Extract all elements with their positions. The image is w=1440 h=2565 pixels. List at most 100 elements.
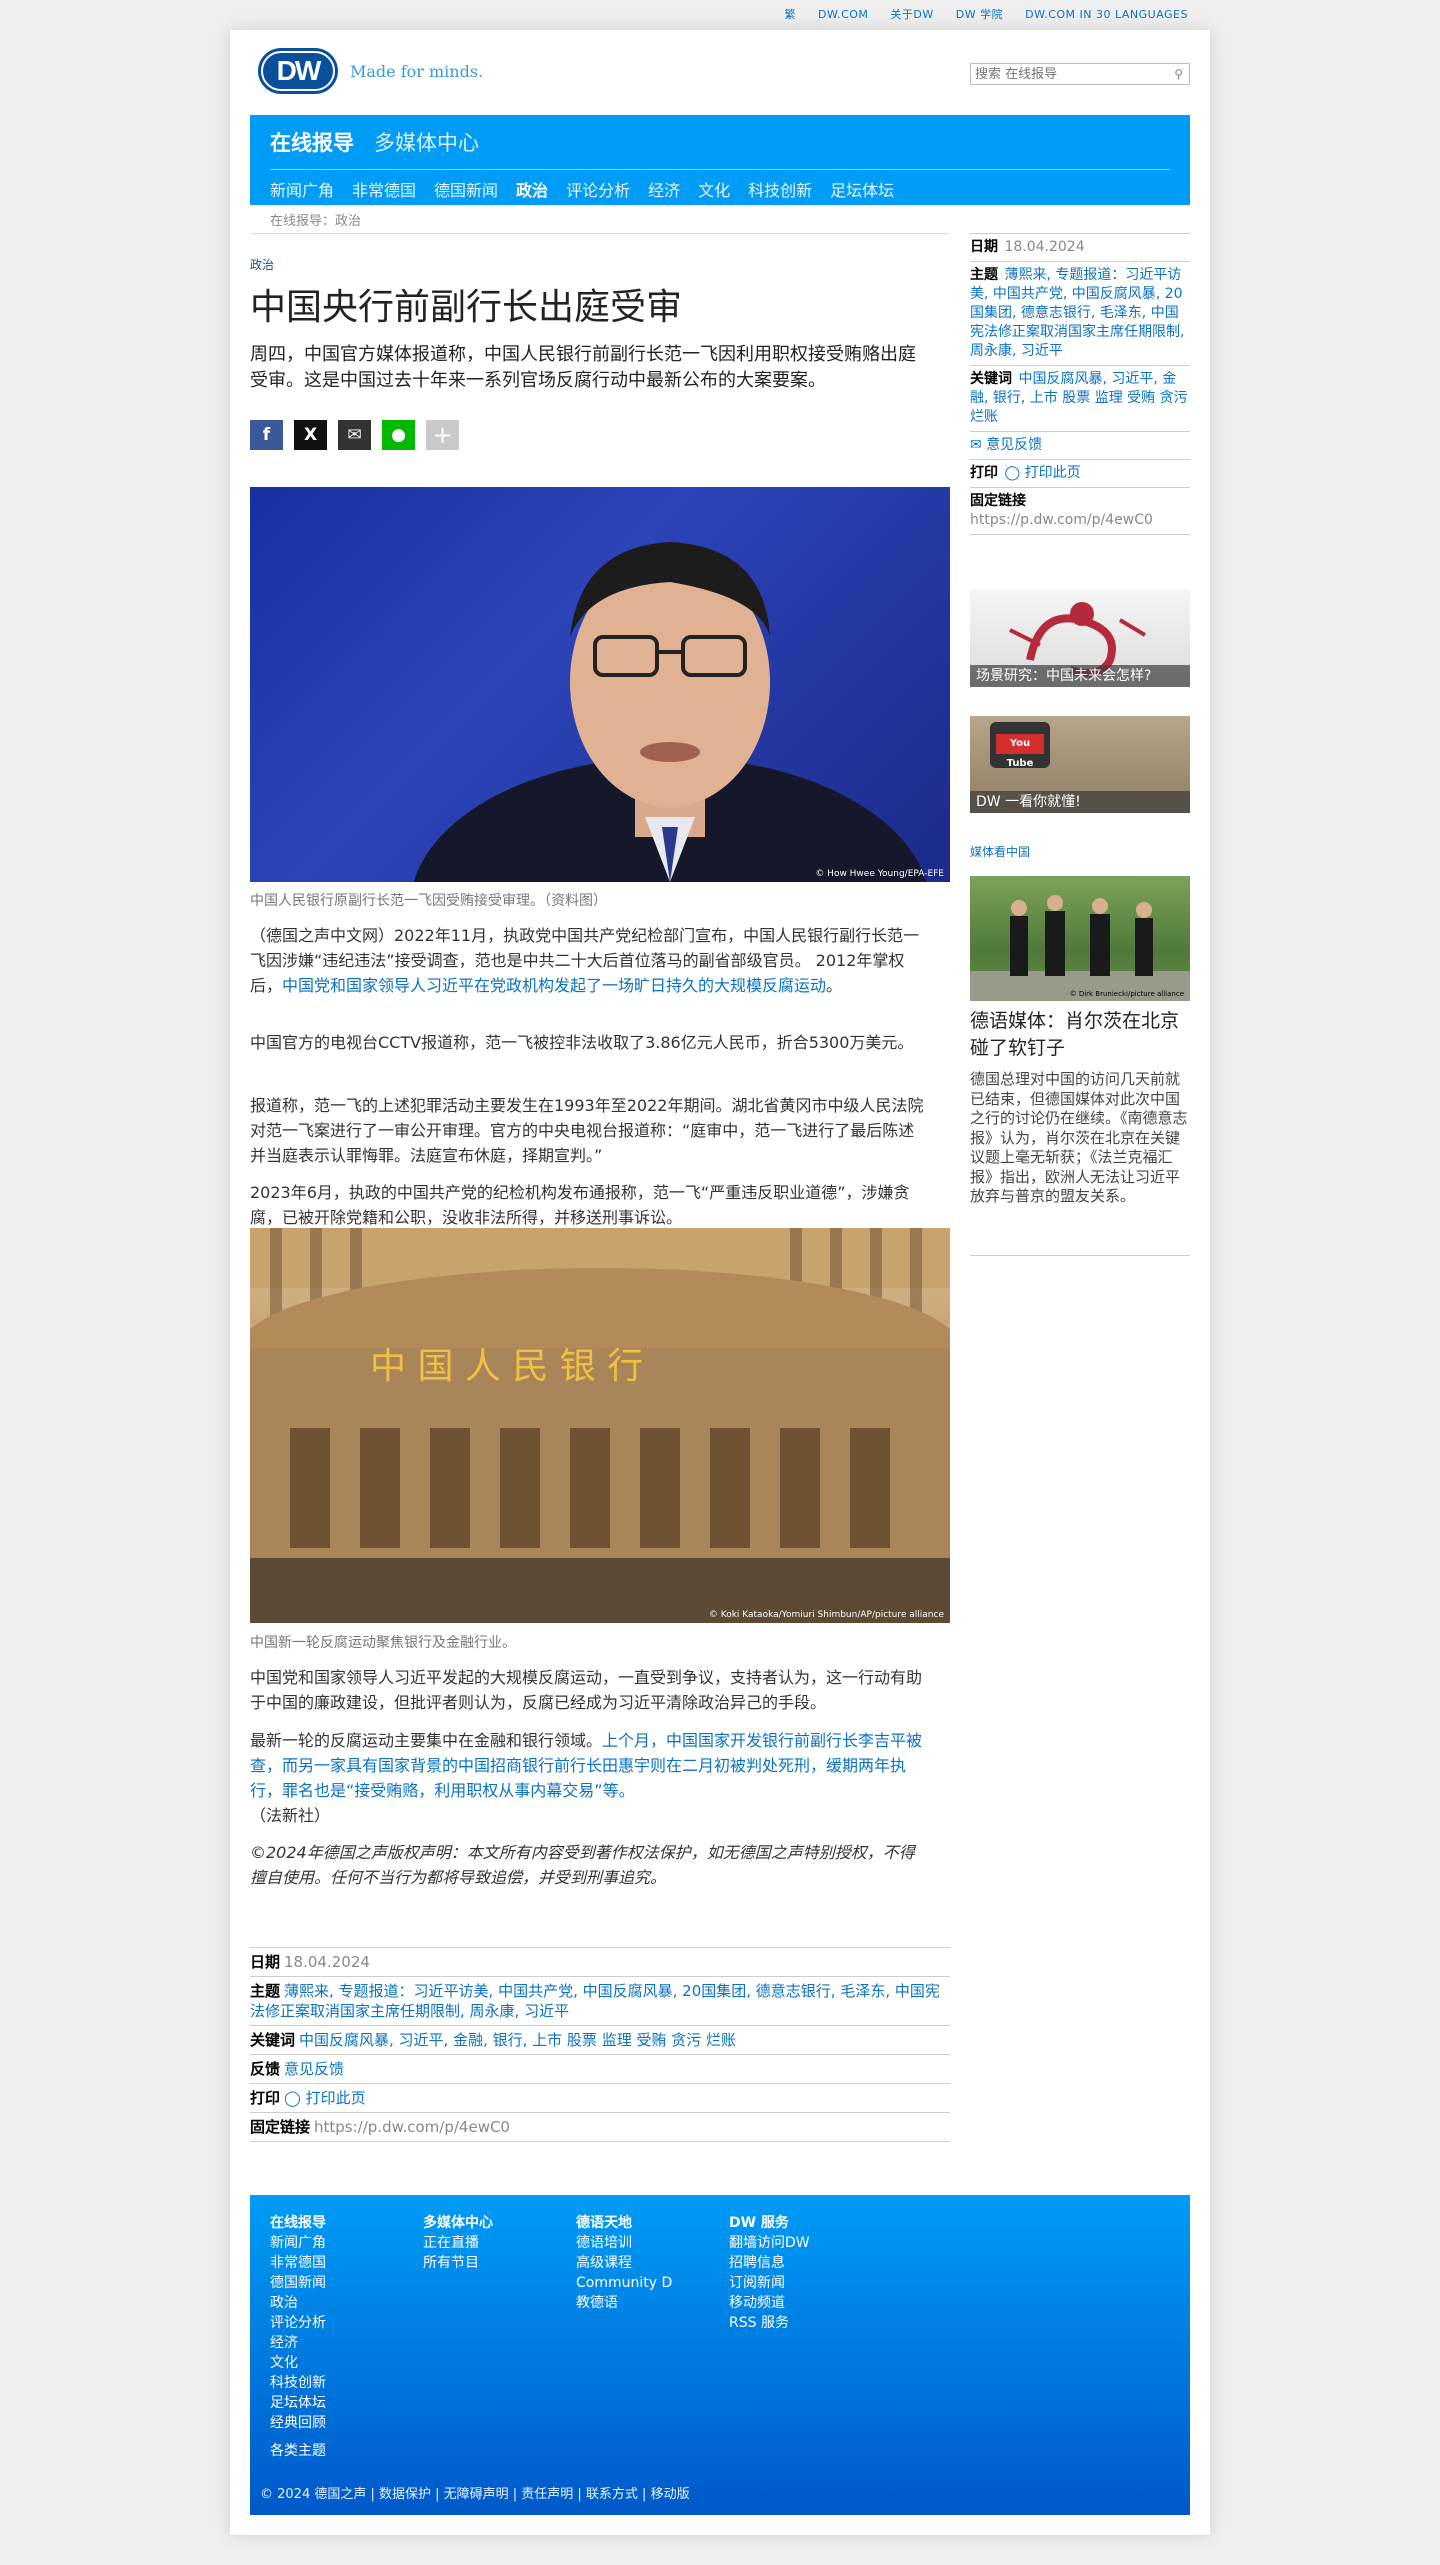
footer-col3-head[interactable]: 德语天地 bbox=[576, 2213, 672, 2233]
footer-col1-head[interactable]: 在线报导 bbox=[270, 2213, 326, 2233]
sidebar-print-link[interactable]: 打印此页 bbox=[1025, 465, 1081, 481]
footer-link[interactable]: RSS 服务 bbox=[729, 2313, 810, 2333]
article-paragraph-2: 中国官方的电视台CCTV报道称，范一飞被控非法收取了3.86亿元人民币，折合53… bbox=[250, 1033, 914, 1052]
footer-link[interactable]: 德国新闻 bbox=[270, 2273, 326, 2293]
footer-link[interactable]: 新闻广角 bbox=[270, 2233, 326, 2253]
nav-item-news[interactable]: 新闻广角 bbox=[270, 177, 334, 201]
p1-end: 。 bbox=[826, 976, 843, 995]
main-nav: 在线报导 多媒体中心 新闻广角 非常德国 德国新闻 政治 评论分析 经济 文化 … bbox=[250, 115, 1190, 205]
footer-col4-head[interactable]: DW 服务 bbox=[729, 2213, 810, 2233]
dw-logo-icon[interactable]: DW bbox=[258, 48, 338, 94]
print-icon[interactable]: ◯ bbox=[284, 2089, 306, 2107]
email-icon[interactable]: ✉ bbox=[338, 420, 371, 450]
sidebar-story-title[interactable]: 德语媒体：肖尔茨在北京碰了软钉子 bbox=[970, 1008, 1190, 1062]
photo2-credit: © Koki Kataoka/Yomiuri Shimbun/AP/pictur… bbox=[708, 1610, 944, 1620]
footer-link[interactable]: 评论分析 bbox=[270, 2313, 326, 2333]
info-date-row: 日期 18.04.2024 bbox=[250, 1947, 950, 1977]
info-print-label: 打印 bbox=[250, 2089, 281, 2107]
site-logo[interactable]: DW Made for minds. bbox=[258, 48, 483, 94]
util-link-about[interactable]: 关于DW bbox=[890, 6, 933, 22]
article-photo-bank: 中 国 人 民 银 行 © Koki Kataoka/Yomiuri Shimb… bbox=[250, 1228, 950, 1623]
sidebar-topics-row: 主题 薄熙来, 专题报道：习近平访美, 中国共产党, 中国反腐风暴, 20国集团… bbox=[970, 262, 1190, 366]
article-info: 日期 18.04.2024 主题 薄熙来, 专题报道：习近平访美, 中国共产党, 中… bbox=[250, 1947, 950, 2142]
nav-item-economy[interactable]: 经济 bbox=[648, 177, 680, 201]
util-link-languages[interactable]: DW.COM IN 30 LANGUAGES bbox=[1025, 8, 1188, 21]
footer-link[interactable]: Community D bbox=[576, 2273, 672, 2293]
footer-link[interactable]: 文化 bbox=[270, 2353, 326, 2373]
article-kicker[interactable]: 政治 bbox=[250, 256, 274, 273]
sidebar-info: 日期 18.04.2024 主题 薄熙来, 专题报道：习近平访美, 中国共产党,… bbox=[970, 233, 1190, 535]
util-link-academy[interactable]: DW 学院 bbox=[956, 6, 1003, 22]
nav-item-german-news[interactable]: 德国新闻 bbox=[434, 177, 498, 201]
search-icon[interactable]: ⚲ bbox=[1174, 67, 1183, 81]
page-frame: DW Made for minds. ⚲ 在线报导 多媒体中心 新闻广角 非常德… bbox=[230, 30, 1210, 2535]
feedback-icon[interactable]: ✉ bbox=[970, 437, 986, 453]
permalink-value[interactable]: https://p.dw.com/p/4ewC0 bbox=[314, 2118, 510, 2136]
footer-link[interactable]: 经济 bbox=[270, 2333, 326, 2353]
sidebar-topics-links[interactable]: 薄熙来, 专题报道：习近平访美, 中国共产党, 中国反腐风暴, 20国集团, 德… bbox=[970, 267, 1184, 359]
x-twitter-icon[interactable]: X bbox=[294, 420, 327, 450]
more-share-icon[interactable]: + bbox=[426, 420, 459, 450]
nav-section-media[interactable]: 多媒体中心 bbox=[374, 127, 479, 157]
scholz-photo-credit: © Dirk Bruniecki/picture alliance bbox=[1069, 990, 1184, 998]
print-link[interactable]: 打印此页 bbox=[306, 2089, 366, 2107]
nav-item-germany[interactable]: 非常德国 bbox=[352, 177, 416, 201]
footer-link[interactable]: 移动频道 bbox=[729, 2293, 810, 2313]
util-link-dwcom[interactable]: DW.COM bbox=[818, 8, 868, 21]
p6-text: 最新一轮的反腐运动主要集中在金融和银行领域。 bbox=[250, 1731, 603, 1750]
nav-item-analysis[interactable]: 评论分析 bbox=[566, 177, 630, 201]
media-section-label[interactable]: 媒体看中国 bbox=[970, 843, 1030, 860]
bank-sign-text: 中 国 人 民 银 行 bbox=[370, 1346, 643, 1387]
footer-col2-head[interactable]: 多媒体中心 bbox=[423, 2213, 493, 2233]
sidebar-print-icon[interactable]: ◯ bbox=[1004, 465, 1024, 481]
line-icon[interactable]: ● bbox=[382, 420, 415, 450]
photo1-credit: © How Hwee Young/EPA-EFE bbox=[815, 869, 944, 879]
nav-section-online[interactable]: 在线报导 bbox=[270, 127, 354, 157]
footer-link[interactable]: 高级课程 bbox=[576, 2253, 672, 2273]
info-permalink-row: 固定链接 https://p.dw.com/p/4ewC0 bbox=[250, 2113, 950, 2142]
p1-link[interactable]: 中国党和国家领导人习近平在党政机构发起了一场旷日持久的大规模反腐运动 bbox=[282, 976, 826, 995]
sidebar-date: 18.04.2024 bbox=[1004, 239, 1085, 255]
info-date-label: 日期 bbox=[250, 1953, 281, 1971]
nav-divider bbox=[270, 169, 1170, 170]
nav-item-politics[interactable]: 政治 bbox=[516, 177, 548, 201]
footer-link[interactable]: 科技创新 bbox=[270, 2373, 326, 2393]
feedback-link[interactable]: 意见反馈 bbox=[284, 2060, 344, 2078]
nav-item-science[interactable]: 科技创新 bbox=[748, 177, 812, 201]
bank-illustration: 中 国 人 民 银 行 bbox=[250, 1228, 950, 1623]
nav-item-sports[interactable]: 足坛体坛 bbox=[830, 177, 894, 201]
info-keywords-links[interactable]: 中国反腐风暴, 习近平, 金融, 银行, 上市 股票 监理 受贿 贪污 烂账 bbox=[299, 2031, 736, 2049]
article-paragraph-5: 中国党和国家领导人习近平发起的大规模反腐运动，一直受到争议，支持者认为，这一行动… bbox=[250, 1668, 923, 1712]
util-link-traditional[interactable]: 繁 bbox=[785, 6, 797, 22]
search-box[interactable]: ⚲ bbox=[970, 63, 1190, 85]
sidebar-date-label: 日期 bbox=[970, 239, 998, 255]
article-paragraph-3: 报道称，范一飞的上述犯罪活动主要发生在1993年至2022年期间。湖北省黄冈市中… bbox=[250, 1096, 924, 1165]
footer-link[interactable]: 所有节目 bbox=[423, 2253, 493, 2273]
footer-topics-link[interactable]: 各类主题 bbox=[270, 2440, 326, 2460]
footer-link[interactable]: 政治 bbox=[270, 2293, 326, 2313]
sidebar-feedback-link[interactable]: 意见反馈 bbox=[986, 437, 1042, 453]
facebook-icon[interactable]: f bbox=[250, 420, 283, 450]
sidebar-permalink-value[interactable]: https://p.dw.com/p/4ewC0 bbox=[970, 512, 1153, 528]
footer-link[interactable]: 正在直播 bbox=[423, 2233, 493, 2253]
breadcrumb[interactable]: 在线报导：政治 bbox=[270, 210, 361, 229]
footer-link[interactable]: 经典回顾 bbox=[270, 2413, 326, 2433]
footer-link[interactable]: 德语培训 bbox=[576, 2233, 672, 2253]
scholz-photo[interactable]: © Dirk Bruniecki/picture alliance bbox=[970, 876, 1190, 1001]
article-top-rule bbox=[250, 233, 950, 234]
footer-col-online: 在线报导 新闻广角 非常德国 德国新闻 政治 评论分析 经济 文化 科技创新 足… bbox=[270, 2213, 326, 2433]
teaser-dw-youtube[interactable]: You Tube DW 一看你就懂! bbox=[970, 716, 1190, 813]
footer-link[interactable]: 翻墙访问DW bbox=[729, 2233, 810, 2253]
footer-link[interactable]: 订阅新闻 bbox=[729, 2273, 810, 2293]
footer-link[interactable]: 非常德国 bbox=[270, 2253, 326, 2273]
sidebar-story-text: 德国总理对中国的访问几天前就已结束，但德国媒体对此次中国之行的讨论仍在继续。《南… bbox=[970, 1070, 1188, 1205]
nav-item-culture[interactable]: 文化 bbox=[698, 177, 730, 201]
article-title: 中国央行前副行长出庭受审 bbox=[250, 287, 683, 328]
footer-legal-links[interactable]: © 2024 德国之声 | 数据保护 | 无障碍声明 | 责任声明 | 联系方式… bbox=[260, 2483, 690, 2502]
footer-link[interactable]: 足坛体坛 bbox=[270, 2393, 326, 2413]
info-topics-links[interactable]: 薄熙来, 专题报道：习近平访美, 中国共产党, 中国反腐风暴, 20国集团, 德… bbox=[250, 1982, 940, 2020]
footer-link[interactable]: 招聘信息 bbox=[729, 2253, 810, 2273]
teaser-future-china[interactable]: 场景研究：中国未来会怎样? bbox=[970, 590, 1190, 687]
search-input[interactable] bbox=[975, 66, 1165, 82]
footer-link[interactable]: 教德语 bbox=[576, 2293, 672, 2313]
